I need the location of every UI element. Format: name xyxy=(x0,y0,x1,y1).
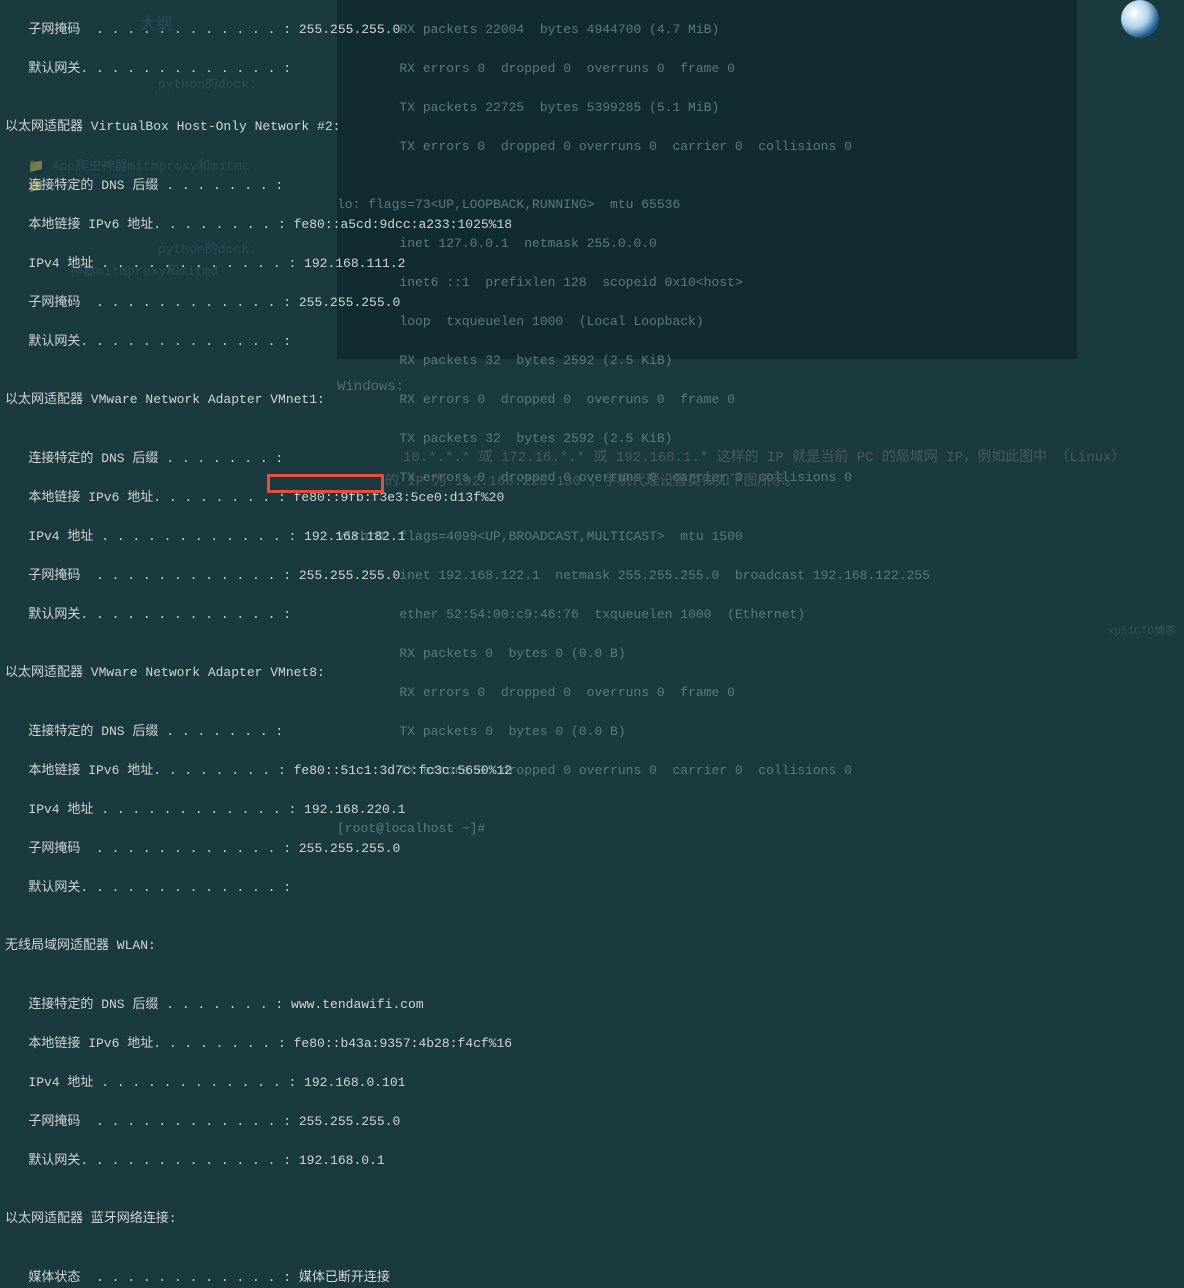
output-line: IPv4 地址 . . . . . . . . . . . . : 192.16… xyxy=(5,254,512,274)
output-line: 本地链接 IPv6 地址. . . . . . . . : fe80::9fb:… xyxy=(5,488,512,508)
output-line: 子网掩码 . . . . . . . . . . . . : 255.255.2… xyxy=(5,839,512,859)
output-line: 子网掩码 . . . . . . . . . . . . : 255.255.2… xyxy=(5,1112,512,1132)
output-line: 本地链接 IPv6 地址. . . . . . . . : fe80::51c1… xyxy=(5,761,512,781)
output-line: IPv4 地址 . . . . . . . . . . . . : 192.16… xyxy=(5,527,512,547)
ip-highlight-box xyxy=(267,474,384,493)
output-line: 连接特定的 DNS 后缀 . . . . . . . : xyxy=(5,176,512,196)
output-line: 媒体状态 . . . . . . . . . . . . : 媒体已断开连接 xyxy=(5,1268,512,1288)
output-line: 以太网适配器 VMware Network Adapter VMnet8: xyxy=(5,663,512,683)
output-line: 连接特定的 DNS 后缀 . . . . . . . : xyxy=(5,722,512,742)
output-line: 无线局域网适配器 WLAN: xyxy=(5,936,512,956)
output-line: 子网掩码 . . . . . . . . . . . . : 255.255.2… xyxy=(5,20,512,40)
browser-icon xyxy=(1121,0,1159,38)
output-line: 子网掩码 . . . . . . . . . . . . : 255.255.2… xyxy=(5,566,512,586)
output-line: 默认网关. . . . . . . . . . . . . : xyxy=(5,605,512,625)
output-line: IPv4 地址 . . . . . . . . . . . . : 192.16… xyxy=(5,800,512,820)
ipconfig-output[interactable]: 子网掩码 . . . . . . . . . . . . : 255.255.2… xyxy=(0,0,517,1288)
output-line: 本地链接 IPv6 地址. . . . . . . . : fe80::b43a… xyxy=(5,1034,512,1054)
output-line: IPv4 地址 . . . . . . . . . . . . : 192.16… xyxy=(5,1073,512,1093)
output-line: 子网掩码 . . . . . . . . . . . . : 255.255.2… xyxy=(5,293,512,313)
output-line: 连接特定的 DNS 后缀 . . . . . . . : www.tendawi… xyxy=(5,995,512,1015)
output-line: 默认网关. . . . . . . . . . . . . : xyxy=(5,332,512,352)
output-line: 以太网适配器 VirtualBox Host-Only Network #2: xyxy=(5,117,512,137)
output-line: 本地链接 IPv6 地址. . . . . . . . : fe80::a5cd… xyxy=(5,215,512,235)
watermark: xp51CTO博客 xyxy=(1108,624,1176,641)
output-line: 连接特定的 DNS 后缀 . . . . . . . : xyxy=(5,449,512,469)
output-line: 以太网适配器 VMware Network Adapter VMnet1: xyxy=(5,390,512,410)
output-line: 默认网关. . . . . . . . . . . . . : xyxy=(5,59,512,79)
output-line: 默认网关. . . . . . . . . . . . . : xyxy=(5,878,512,898)
output-line: 以太网适配器 蓝牙网络连接: xyxy=(5,1209,512,1229)
output-line: 默认网关. . . . . . . . . . . . . : 192.168.… xyxy=(5,1151,512,1171)
